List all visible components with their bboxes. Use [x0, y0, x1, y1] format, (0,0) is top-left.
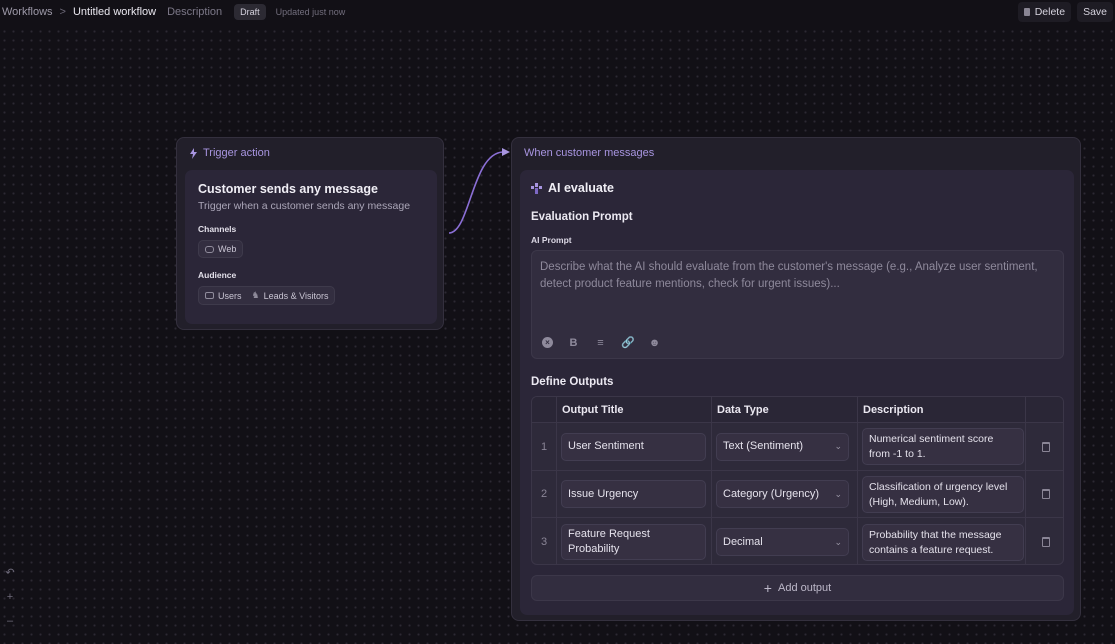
- trigger-node[interactable]: Trigger action Customer sends any messag…: [176, 137, 444, 330]
- audience-label-users: Users: [218, 290, 242, 301]
- updated-timestamp: Updated just now: [275, 7, 346, 17]
- trigger-header-label: Trigger action: [203, 147, 270, 159]
- trigger-details[interactable]: Customer sends any message Trigger when …: [185, 170, 437, 324]
- prompt-toolbar: × B ≡ 🔗 ☻: [542, 336, 661, 349]
- trigger-node-header: Trigger action: [189, 147, 270, 159]
- add-output-label: Add output: [777, 582, 832, 594]
- chevron-down-icon: ⌄: [834, 488, 842, 499]
- lightning-icon: [190, 147, 197, 159]
- ai-title-text: AI evaluate: [548, 181, 615, 195]
- top-actions: Delete Save: [1017, 2, 1113, 22]
- database-icon: [205, 245, 214, 253]
- zoom-in-icon[interactable]: +: [7, 591, 13, 603]
- trash-icon[interactable]: [1041, 441, 1050, 452]
- channel-label: Web: [218, 244, 237, 254]
- outputs-table: Output Title Data Type Description 1 Use…: [531, 396, 1064, 565]
- output-title-input[interactable]: Issue Urgency: [561, 480, 706, 508]
- column-data-type: Data Type: [712, 397, 858, 422]
- ai-prompt-placeholder: Describe what the AI should evaluate fro…: [540, 261, 1038, 290]
- data-type-value: Text (Sentiment): [723, 440, 804, 452]
- description-field[interactable]: Description: [167, 6, 222, 18]
- table-header: Output Title Data Type Description: [532, 397, 1063, 423]
- users-icon: ♞: [251, 290, 260, 300]
- table-row: 1 User Sentiment Text (Sentiment) ⌄ Numer…: [532, 423, 1063, 471]
- column-description: Description: [858, 397, 1026, 422]
- ai-prompt-input[interactable]: Describe what the AI should evaluate fro…: [531, 250, 1064, 359]
- row-index: 3: [532, 518, 557, 564]
- breadcrumb-workflows[interactable]: Workflows: [2, 6, 53, 18]
- bold-icon[interactable]: B: [567, 337, 580, 349]
- data-type-select[interactable]: Decimal ⌄: [716, 528, 849, 556]
- data-type-select[interactable]: Text (Sentiment) ⌄: [716, 432, 849, 461]
- channel-chip-web[interactable]: Web: [198, 240, 244, 258]
- save-label: Save: [1083, 6, 1107, 18]
- breadcrumb-separator: >: [59, 6, 66, 18]
- output-title-input[interactable]: Feature Request Probability: [561, 524, 706, 560]
- ai-evaluate-node[interactable]: When customer messages AI evaluate Evalu…: [511, 137, 1081, 621]
- ai-evaluate-title: AI evaluate: [531, 181, 614, 195]
- output-description-input[interactable]: Probability that the message contains a …: [862, 523, 1024, 561]
- emoji-icon[interactable]: ☻: [648, 337, 661, 349]
- audience-label-leads: Leads & Visitors: [263, 290, 329, 301]
- list-icon[interactable]: ≡: [594, 337, 607, 349]
- output-title-input[interactable]: User Sentiment: [561, 432, 706, 461]
- workflow-name[interactable]: Untitled workflow: [73, 6, 156, 18]
- canvas-tools: ↶ + –: [0, 566, 20, 636]
- trash-icon[interactable]: [1041, 537, 1050, 547]
- audience-chip-leads[interactable]: ♞ Leads & Visitors: [252, 290, 329, 301]
- data-type-value: Decimal: [723, 535, 763, 548]
- status-badge: Draft: [234, 4, 266, 20]
- clear-icon[interactable]: ×: [542, 337, 553, 348]
- plus-icon: +: [763, 580, 772, 596]
- trash-icon[interactable]: [1041, 489, 1050, 499]
- data-type-value: Category (Urgency): [723, 487, 819, 500]
- top-bar: Workflows > Untitled workflow Descriptio…: [0, 0, 1115, 24]
- channels-label: Channels: [198, 224, 237, 234]
- delete-button[interactable]: Delete: [1017, 2, 1072, 22]
- delete-label: Delete: [1034, 6, 1066, 18]
- add-output-button[interactable]: + Add output: [531, 575, 1064, 601]
- data-type-select[interactable]: Category (Urgency) ⌄: [716, 480, 849, 508]
- ai-prompt-label: AI Prompt: [531, 235, 572, 245]
- row-index: 1: [532, 423, 557, 470]
- evaluation-prompt-title: Evaluation Prompt: [531, 211, 633, 223]
- id-card-icon: [205, 292, 214, 299]
- row-index: 2: [532, 471, 557, 517]
- node-connector: [448, 148, 510, 234]
- save-button[interactable]: Save: [1077, 2, 1113, 22]
- chevron-down-icon: ⌄: [834, 536, 842, 547]
- trigger-title: Customer sends any message: [198, 182, 378, 196]
- chevron-down-icon: ⌄: [834, 441, 842, 451]
- column-output-title: Output Title: [557, 397, 712, 422]
- table-row: 3 Feature Request Probability Decimal ⌄ P…: [532, 518, 1063, 564]
- trash-icon: [1023, 8, 1030, 16]
- zoom-out-icon[interactable]: –: [7, 615, 13, 627]
- ai-sparkle-icon: [531, 182, 542, 194]
- output-description-input[interactable]: Classification of urgency level (High, M…: [862, 475, 1024, 513]
- ai-evaluate-panel: AI evaluate Evaluation Prompt AI Prompt …: [520, 170, 1074, 615]
- audience-chip-users[interactable]: Users: [205, 290, 242, 301]
- audience-label: Audience: [198, 270, 237, 280]
- link-icon[interactable]: 🔗: [621, 336, 635, 349]
- trigger-subtitle: Trigger when a customer sends any messag…: [198, 200, 411, 212]
- ai-header-label: When customer messages: [524, 147, 655, 159]
- ai-node-header: When customer messages: [524, 147, 654, 159]
- table-row: 2 Issue Urgency Category (Urgency) ⌄ Clas…: [532, 471, 1063, 518]
- output-description-input[interactable]: Numerical sentiment score from -1 to 1.: [862, 428, 1024, 465]
- undo-icon[interactable]: ↶: [5, 566, 14, 579]
- audience-chips[interactable]: Users ♞ Leads & Visitors: [198, 286, 336, 305]
- define-outputs-title: Define Outputs: [531, 376, 614, 388]
